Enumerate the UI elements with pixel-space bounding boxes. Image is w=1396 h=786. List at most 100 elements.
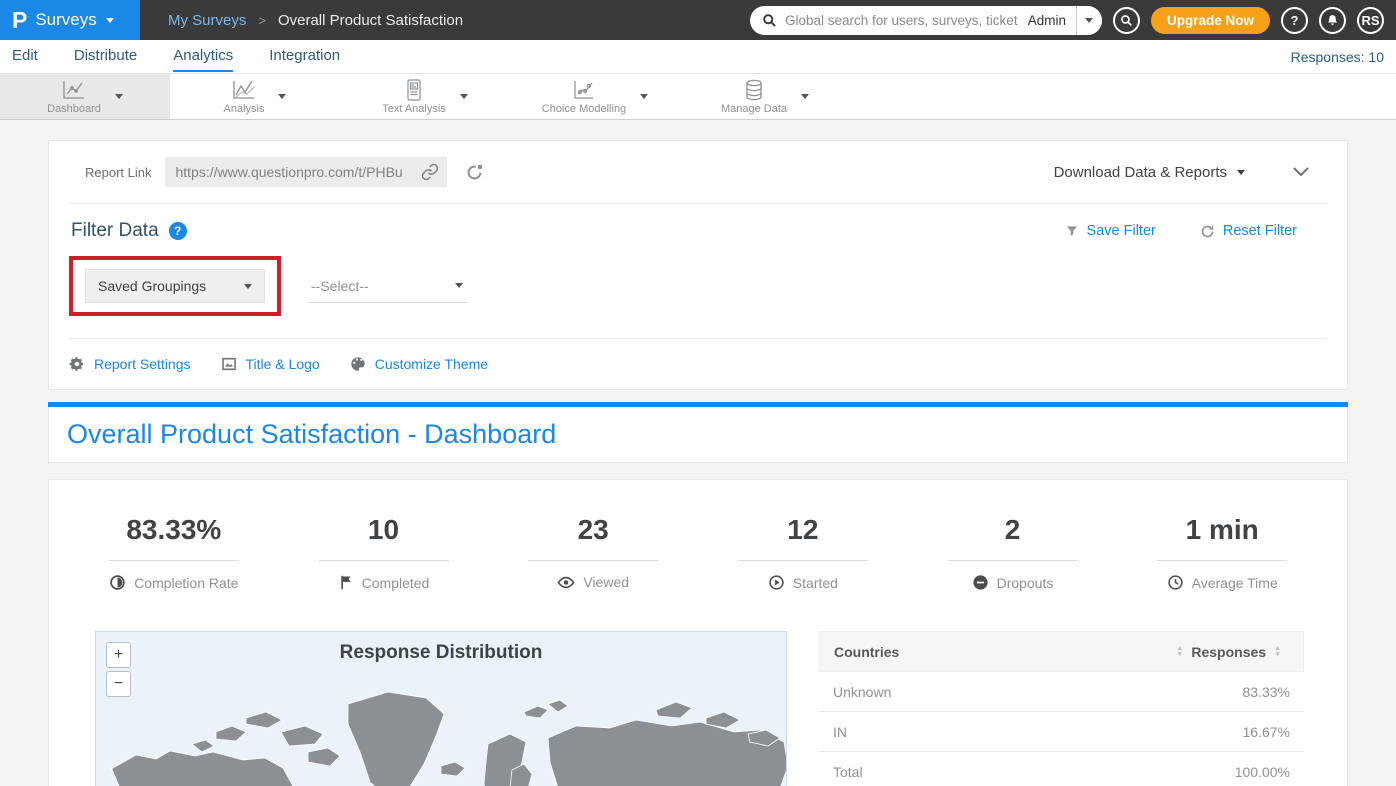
clock-icon (1167, 574, 1184, 591)
search-icon (1120, 14, 1133, 27)
breadcrumb-separator: > (258, 13, 266, 28)
choice-modelling-icon (572, 79, 596, 101)
tab-label: Dashboard (47, 103, 101, 115)
grouping-select-dropdown[interactable]: --Select-- (307, 269, 467, 303)
gear-icon (69, 356, 85, 372)
stat-dropouts: 2 Dropouts (908, 514, 1118, 591)
survey-nav-row: Edit Distribute Analytics Integration Re… (0, 40, 1396, 74)
avatar[interactable]: RS (1357, 7, 1384, 34)
map-title: Response Distribution (96, 632, 786, 664)
palette-icon (350, 356, 366, 372)
filter-help-icon[interactable]: ? (169, 222, 187, 240)
stat-completion-rate: 83.33% Completion Rate (69, 514, 279, 591)
charts-row: + − Response Distribution (49, 631, 1347, 786)
save-filter-button[interactable]: Save Filter (1065, 223, 1156, 239)
tab-dashboard[interactable]: Dashboard (0, 74, 170, 119)
help-button[interactable]: ? (1281, 7, 1308, 34)
breadcrumb: My Surveys > Overall Product Satisfactio… (168, 12, 463, 29)
table-row: IN 16.67% (819, 712, 1304, 752)
nav-edit[interactable]: Edit (12, 41, 38, 72)
eye-icon (557, 575, 575, 590)
upgrade-now-button[interactable]: Upgrade Now (1151, 7, 1270, 34)
analytics-toolbar: Dashboard Analysis Text Analysis (0, 74, 1396, 120)
countries-table-header: Countries ▲▼ Responses ▲▼ (819, 631, 1304, 672)
search-icon (762, 13, 777, 28)
stat-completed: 10 Completed (279, 514, 489, 591)
refresh-report-icon[interactable] (465, 163, 484, 182)
tab-label: Analysis (224, 103, 265, 115)
nav-distribute[interactable]: Distribute (74, 41, 137, 72)
dashboard-chart-icon (61, 79, 87, 101)
global-search-input[interactable] (785, 13, 1018, 28)
saved-groupings-dropdown[interactable]: Saved Groupings (85, 269, 265, 303)
flag-icon (338, 574, 354, 591)
collapse-panel-chevron[interactable] (1293, 167, 1309, 177)
text-analysis-icon (403, 79, 425, 101)
tab-label: Manage Data (721, 103, 787, 115)
stat-viewed: 23 Viewed (488, 514, 698, 591)
bell-icon (1326, 14, 1339, 27)
questionpro-logo: P (12, 7, 26, 34)
search-toggle-button[interactable] (1113, 7, 1140, 34)
search-scope-dropdown[interactable] (1076, 6, 1102, 35)
download-data-reports-dropdown[interactable]: Download Data & Reports (1054, 164, 1245, 181)
page-title: Overall Product Satisfaction - Dashboard (67, 419, 556, 450)
sort-responses-icon[interactable]: ▲▼ (1274, 646, 1281, 658)
table-row: Unknown 83.33% (819, 672, 1304, 712)
chevron-down-icon (1237, 170, 1245, 175)
breadcrumb-current: Overall Product Satisfaction (278, 12, 463, 29)
tab-label: Text Analysis (382, 103, 446, 115)
col-countries: Countries (834, 644, 899, 660)
stats-row: 83.33% Completion Rate 10 Completed (49, 480, 1347, 591)
tab-text-analysis[interactable]: Text Analysis (340, 74, 510, 119)
tab-manage-data[interactable]: Manage Data (680, 74, 850, 119)
chevron-down-icon (244, 284, 252, 289)
breadcrumb-my-surveys[interactable]: My Surveys (168, 12, 246, 29)
stat-average-time: 1 min Average Time (1117, 514, 1327, 591)
stat-started: 12 Started (698, 514, 908, 591)
image-icon (221, 356, 237, 372)
report-link-label: Report Link (85, 165, 151, 180)
database-icon (743, 79, 765, 101)
survey-nav: Edit Distribute Analytics Integration (12, 41, 340, 72)
reset-icon (1200, 224, 1215, 239)
report-settings-link[interactable]: Report Settings (69, 356, 191, 372)
link-icon[interactable] (421, 163, 439, 181)
dashboard-title-section: Overall Product Satisfaction - Dashboard (48, 402, 1348, 463)
col-responses: Responses (1191, 644, 1266, 660)
tab-manage-data-caret[interactable] (801, 94, 809, 99)
analysis-chart-icon (231, 79, 257, 101)
chevron-down-icon (106, 18, 114, 23)
product-switcher[interactable]: P Surveys (0, 0, 140, 40)
zoom-in-button[interactable]: + (106, 642, 131, 668)
tab-analysis-caret[interactable] (278, 94, 286, 99)
sort-countries-icon[interactable]: ▲▼ (1176, 646, 1183, 658)
title-logo-link[interactable]: Title & Logo (221, 356, 320, 372)
response-distribution-map[interactable]: + − Response Distribution (95, 631, 787, 786)
download-label: Download Data & Reports (1054, 164, 1227, 181)
dashboard-card: 83.33% Completion Rate 10 Completed (48, 479, 1348, 786)
notifications-button[interactable] (1319, 7, 1346, 34)
report-link-input[interactable] (175, 164, 421, 180)
responses-count: Responses: 10 (1291, 49, 1384, 65)
countries-table: Countries ▲▼ Responses ▲▼ Unknown 83.33%… (819, 631, 1304, 786)
topbar-actions: Admin Upgrade Now ? RS (750, 6, 1396, 35)
tab-text-analysis-caret[interactable] (460, 94, 468, 99)
product-menu-label: Surveys (35, 10, 96, 30)
chevron-down-icon (455, 283, 463, 288)
tab-choice-modelling-caret[interactable] (640, 94, 648, 99)
nav-analytics[interactable]: Analytics (173, 41, 233, 72)
table-row: Total 100.00% (819, 752, 1304, 786)
completion-rate-icon (109, 574, 126, 591)
minus-circle-icon (972, 574, 989, 591)
world-map-graphic (96, 674, 787, 786)
tab-analysis[interactable]: Analysis (170, 74, 340, 119)
nav-integration[interactable]: Integration (269, 41, 340, 72)
reset-filter-button[interactable]: Reset Filter (1200, 223, 1297, 239)
tab-label: Choice Modelling (542, 103, 626, 115)
tab-choice-modelling[interactable]: Choice Modelling (510, 74, 680, 119)
tab-dashboard-caret[interactable] (115, 94, 123, 99)
customize-theme-link[interactable]: Customize Theme (350, 356, 488, 372)
global-search: Admin (750, 6, 1102, 35)
annotation-highlight-box: Saved Groupings (69, 256, 281, 316)
